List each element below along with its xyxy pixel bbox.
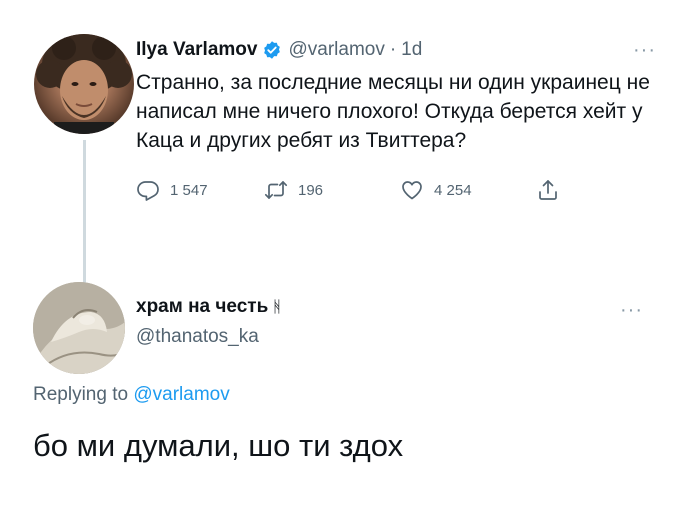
- heart-icon: [402, 181, 422, 200]
- retweet-count: 196: [298, 181, 324, 199]
- reply-author-name-row[interactable]: храм на честь ᚻ: [136, 296, 282, 318]
- tweet-body: Ilya Varlamov @varlamov · 1d ··· Странно…: [136, 36, 656, 205]
- thread-connector-line: [83, 140, 86, 298]
- avatar[interactable]: [34, 34, 134, 134]
- name-rune-symbol: ᚻ: [272, 299, 282, 316]
- reply-button[interactable]: 1 547: [136, 178, 264, 202]
- retweet-icon: [264, 181, 288, 199]
- share-button[interactable]: [536, 178, 560, 202]
- avatar-photo: [33, 282, 125, 374]
- more-dots-icon[interactable]: ···: [620, 300, 643, 320]
- tweet-header: Ilya Varlamov @varlamov · 1d: [136, 36, 656, 64]
- reply-icon: [137, 181, 159, 201]
- retweet-button[interactable]: 196: [264, 178, 400, 202]
- tweet-thread: Ilya Varlamov @varlamov · 1d ··· Странно…: [0, 0, 680, 506]
- tweet-actions: 1 547 196 4 254: [136, 175, 656, 205]
- reply-count: 1 547: [170, 181, 208, 199]
- tweet-text: Странно, за последние месяцы ни один укр…: [136, 71, 650, 152]
- separator-dot: ·: [389, 39, 397, 60]
- reply-author-name[interactable]: храм на честь: [136, 296, 268, 317]
- more-dots-icon[interactable]: ···: [633, 40, 656, 60]
- replying-to-line: Replying to @varlamov: [33, 384, 230, 406]
- verified-badge-icon: [264, 41, 281, 59]
- avatar-photo: [36, 34, 132, 134]
- timestamp[interactable]: 1d: [401, 39, 422, 61]
- reply-text: бо ми думали, шо ти здох: [33, 428, 404, 463]
- author-handle[interactable]: @varlamov: [288, 39, 384, 61]
- replying-to-mention-link[interactable]: @varlamov: [133, 384, 229, 405]
- like-count: 4 254: [434, 181, 472, 199]
- replying-to-label: Replying to: [33, 384, 129, 405]
- share-icon: [539, 180, 557, 200]
- reply-author-handle[interactable]: @thanatos_ka: [136, 326, 259, 348]
- reply-avatar[interactable]: [33, 282, 125, 374]
- author-name[interactable]: Ilya Varlamov: [136, 39, 257, 61]
- like-button[interactable]: 4 254: [400, 178, 536, 202]
